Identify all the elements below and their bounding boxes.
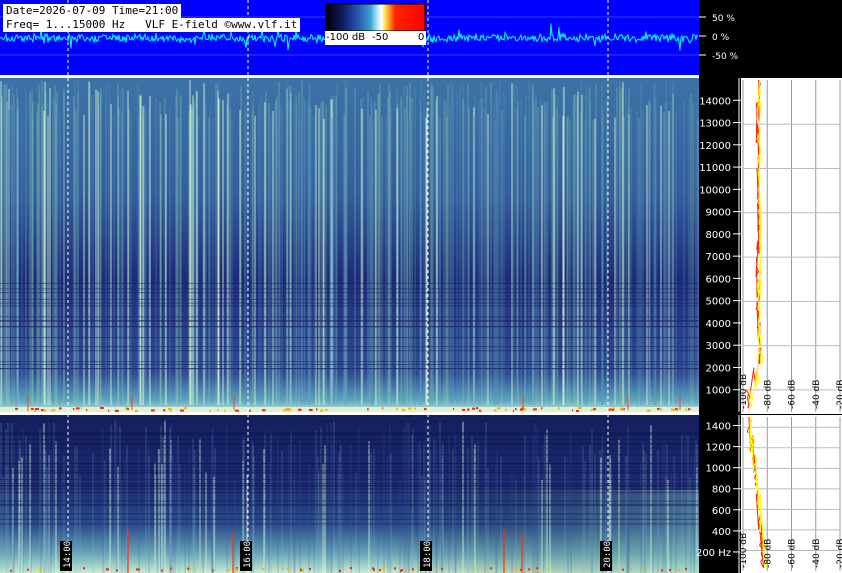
date-time-label: Date=2026-07-09 Time=21:00 bbox=[3, 4, 182, 18]
colorbar-label-max: 0 bbox=[418, 32, 425, 43]
svg-text:16:00: 16:00 bbox=[243, 541, 253, 568]
freq-tick-label: 7000 bbox=[706, 252, 731, 263]
wave-label-minus50: -50 % bbox=[712, 52, 739, 62]
freq-tick-label: 800 bbox=[712, 485, 731, 496]
time-label: 20:00 bbox=[600, 541, 613, 571]
spectrogram-figure: 14:00 16:00 18:00 20:00 1000200030004000500… bbox=[0, 0, 842, 573]
freq-tick-label: 1400 bbox=[706, 422, 731, 433]
freq-tick-label: 1000 bbox=[706, 386, 731, 397]
freq-tick-label: 8000 bbox=[706, 230, 731, 241]
svg-text:20:00: 20:00 bbox=[603, 541, 613, 568]
freq-tick-label: 12000 bbox=[699, 141, 731, 152]
db-tick-label: -20 dB bbox=[836, 380, 842, 409]
wave-label-0: 0 % bbox=[712, 33, 730, 43]
freq-tick-label: 10000 bbox=[699, 185, 731, 196]
frequency-label: Freq= 1...15000 Hz VLF E-field ©www.vlf.… bbox=[3, 18, 301, 32]
upper-spectrogram bbox=[0, 78, 699, 414]
db-tick-label: -80 dB bbox=[763, 539, 773, 568]
freq-tick-label: 1200 bbox=[706, 443, 731, 454]
freq-tick-label: 3000 bbox=[706, 341, 731, 352]
colorbar-label-mid: -50 bbox=[372, 32, 389, 43]
db-tick-label: -100 dB bbox=[739, 533, 749, 568]
svg-text:18:00: 18:00 bbox=[423, 541, 433, 568]
db-tick-label: -20 dB bbox=[836, 539, 842, 568]
colorbar bbox=[325, 3, 426, 32]
db-tick-label: -40 dB bbox=[812, 380, 822, 409]
freq-tick-label: 1000 bbox=[706, 464, 731, 475]
freq-tick-label: 9000 bbox=[706, 208, 731, 219]
freq-tick-label: 4000 bbox=[706, 319, 731, 330]
db-tick-label: -40 dB bbox=[812, 539, 822, 568]
panel-separator bbox=[0, 75, 699, 78]
time-label: 14:00 bbox=[60, 541, 73, 571]
spectrogram-divider bbox=[0, 412, 699, 415]
time-label: 16:00 bbox=[240, 541, 253, 571]
db-tick-label: -60 dB bbox=[788, 380, 798, 409]
db-tick-label: -60 dB bbox=[788, 539, 798, 568]
freq-tick-label: 200 Hz bbox=[696, 548, 731, 559]
freq-tick-label: 6000 bbox=[706, 274, 731, 285]
colorbar-labels: -100 dB -50 0 bbox=[325, 31, 426, 45]
freq-tick-label: 13000 bbox=[699, 119, 731, 130]
wave-label-50: 50 % bbox=[712, 14, 735, 24]
svg-text:14:00: 14:00 bbox=[63, 541, 73, 568]
freq-tick-label: 11000 bbox=[699, 163, 731, 174]
freq-tick-label: 5000 bbox=[706, 297, 731, 308]
freq-tick-label: 14000 bbox=[699, 96, 731, 107]
freq-tick-label: 2000 bbox=[706, 363, 731, 374]
waveform-scale: 50 % 0 % -50 % bbox=[699, 14, 739, 62]
colorbar-label-min: -100 dB bbox=[326, 32, 366, 43]
time-label: 18:00 bbox=[420, 541, 433, 571]
freq-tick-label: 400 bbox=[712, 527, 731, 538]
db-tick-label: -100 dB bbox=[739, 374, 749, 409]
db-tick-label: -80 dB bbox=[763, 380, 773, 409]
freq-tick-label: 600 bbox=[712, 506, 731, 517]
